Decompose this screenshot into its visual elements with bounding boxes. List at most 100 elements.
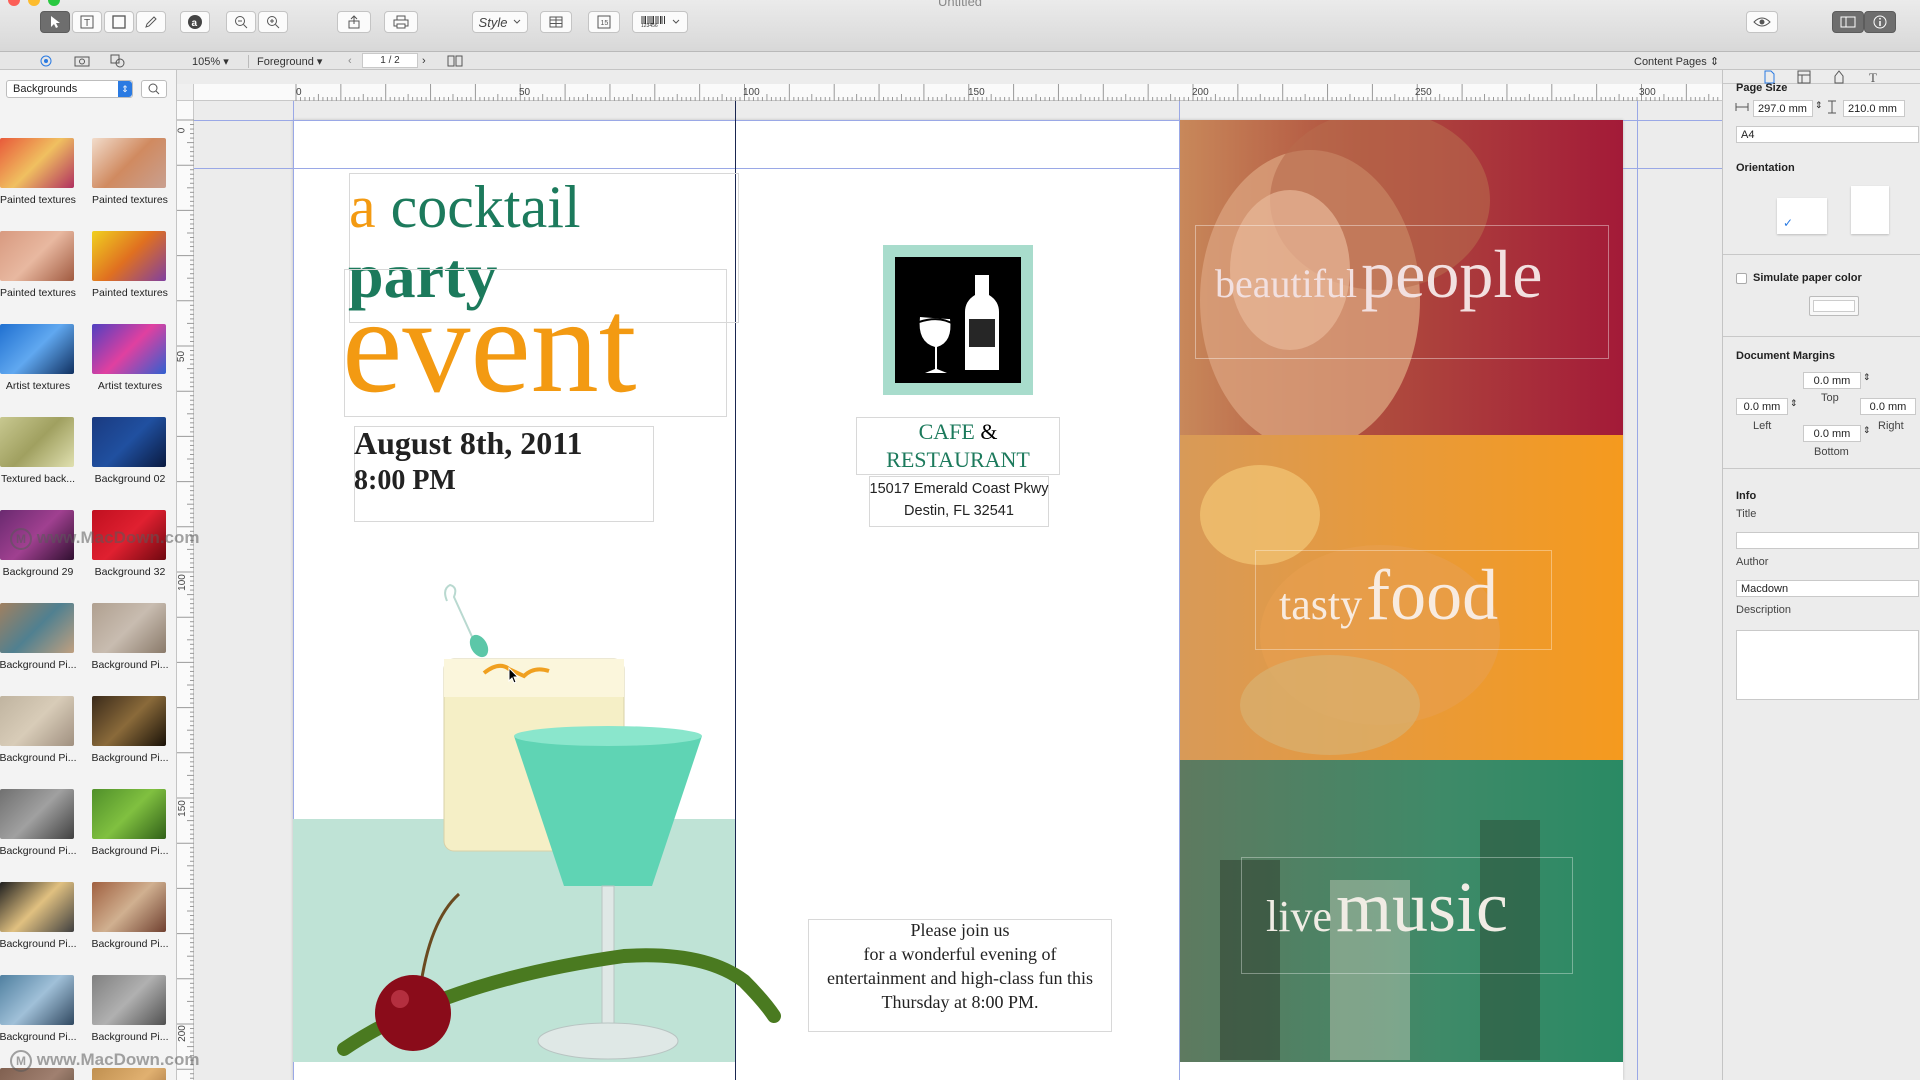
layer-select[interactable]: Foreground ▾ [248, 55, 322, 68]
document-canvas[interactable]: a cocktail party event August 8th, 2011 … [194, 101, 1722, 1080]
fill-icon[interactable] [1832, 70, 1846, 84]
description-field[interactable] [1736, 630, 1919, 700]
left-label: Left [1753, 420, 1772, 432]
texture-thumbnail[interactable] [0, 975, 74, 1025]
ruler-label: 300 [1639, 87, 1656, 98]
paper-size-select[interactable]: A4 [1736, 126, 1919, 143]
texture-label: Painted textures [92, 194, 168, 206]
margin-bottom-field[interactable]: 0.0 mm [1803, 425, 1861, 442]
pen-tool-button[interactable] [136, 11, 166, 33]
shapes-icon[interactable] [110, 54, 126, 68]
print-button[interactable] [384, 11, 418, 33]
texture-thumbnail[interactable] [92, 882, 166, 932]
invitation-text: Please join us for a wonderful evening o… [808, 918, 1112, 1014]
zoom-level-select[interactable]: 105% ▾ [192, 55, 229, 68]
library-icon[interactable] [38, 54, 54, 68]
shape-tool-button[interactable] [104, 11, 134, 33]
page-width-field[interactable]: 297.0 mm [1753, 100, 1813, 117]
divider [1723, 336, 1920, 337]
texture-thumbnail[interactable] [92, 417, 166, 467]
library-search-button[interactable] [141, 80, 167, 98]
toolbar: Untitled T a Style 15 123456 [0, 0, 1920, 52]
margin-top-field[interactable]: 0.0 mm [1803, 372, 1861, 389]
texture-thumbnail[interactable] [92, 975, 166, 1025]
zoom-in-button[interactable] [258, 11, 288, 33]
texture-thumbnail[interactable] [92, 138, 166, 188]
page-height-field[interactable]: 210.0 mm [1843, 100, 1905, 117]
table-button[interactable] [540, 11, 572, 33]
text-tool-button[interactable]: T [72, 11, 102, 33]
page-number-icon: 15 [597, 15, 611, 29]
texture-thumbnail[interactable] [92, 696, 166, 746]
texture-thumbnail[interactable] [92, 324, 166, 374]
category-select[interactable]: Backgrounds ⇕ [6, 80, 133, 98]
category-value: Backgrounds [13, 83, 78, 95]
font-button[interactable]: a [180, 11, 210, 33]
music-big: music [1335, 867, 1508, 947]
margin-right-field[interactable]: 0.0 mm [1860, 398, 1916, 415]
texture-thumbnail[interactable] [0, 882, 74, 932]
preview-button[interactable] [1746, 11, 1778, 33]
select-tool-button[interactable] [40, 11, 70, 33]
margin-left-field[interactable]: 0.0 mm [1736, 398, 1788, 415]
title-field[interactable] [1736, 532, 1919, 549]
headline-line-1[interactable]: a cocktail [349, 172, 581, 242]
texture-thumbnail[interactable] [92, 603, 166, 653]
texture-label: Background Pi... [91, 938, 169, 950]
author-field[interactable]: Macdown [1736, 580, 1919, 597]
zoom-in-icon [267, 16, 280, 29]
toggle-sidebar-button[interactable] [1832, 11, 1864, 33]
invitation-line-1: Please join us [910, 920, 1010, 940]
portrait-orientation-button[interactable] [1851, 186, 1889, 234]
width-icon [1735, 103, 1749, 111]
layout-icon[interactable] [1797, 70, 1811, 84]
share-button[interactable] [337, 11, 371, 33]
texture-thumbnail[interactable] [0, 231, 74, 281]
next-page-button[interactable]: › [422, 55, 426, 67]
stepper[interactable]: ⇕ [1863, 372, 1871, 383]
wine-logo[interactable] [895, 257, 1021, 383]
headline-event[interactable]: event [342, 276, 637, 416]
page-layout-icon[interactable] [447, 55, 463, 67]
content-pages-label: Content Pages [1634, 56, 1707, 68]
camera-icon[interactable] [74, 54, 90, 68]
table-icon [549, 16, 563, 28]
texture-thumbnail[interactable] [92, 789, 166, 839]
style-menu[interactable]: Style [472, 11, 528, 33]
text-style-icon[interactable]: T [1867, 70, 1881, 84]
texture-label: Painted textures [0, 194, 76, 206]
stepper[interactable]: ⇕ [1815, 100, 1823, 111]
texture-label: Background Pi... [91, 1031, 169, 1043]
texture-thumbnail[interactable] [0, 417, 74, 467]
chevron-down-icon [672, 19, 680, 24]
horizontal-ruler-ticks [295, 84, 1719, 101]
texture-label: Background Pi... [0, 845, 77, 857]
simulate-paper-checkbox[interactable] [1736, 273, 1747, 284]
content-pages-select[interactable]: Content Pages ⇕ [1634, 55, 1719, 68]
info-button[interactable] [1864, 11, 1896, 33]
texture-thumbnail[interactable] [0, 789, 74, 839]
texture-label: Background 02 [94, 473, 166, 485]
invitation-line-4: Thursday at 8:00 PM. [881, 992, 1039, 1012]
barcode-menu[interactable]: 123456 [632, 11, 688, 33]
texture-thumbnail[interactable] [92, 231, 166, 281]
texture-label: Artist textures [5, 380, 71, 392]
texture-thumbnail[interactable] [0, 324, 74, 374]
cocktail-illustration[interactable] [324, 501, 824, 1061]
stepper[interactable]: ⇕ [1863, 425, 1871, 436]
page-number-button[interactable]: 15 [588, 11, 620, 33]
guide-line[interactable] [1637, 101, 1638, 1080]
landscape-orientation-button[interactable]: ✓ [1777, 198, 1827, 234]
previous-page-button[interactable]: ‹ [348, 55, 352, 67]
texture-thumbnail[interactable] [0, 603, 74, 653]
people-big: people [1361, 236, 1543, 312]
zoom-out-button[interactable] [226, 11, 256, 33]
paper-color-well[interactable] [1809, 296, 1859, 316]
texture-thumbnail[interactable] [0, 696, 74, 746]
page-indicator[interactable]: 1 / 2 [362, 53, 418, 68]
ruler-label: 0 [176, 127, 188, 134]
ruler-label: 200 [1192, 87, 1209, 98]
stepper[interactable]: ⇕ [1790, 398, 1798, 409]
texture-thumbnail[interactable] [0, 138, 74, 188]
ruler-corner[interactable] [177, 84, 194, 101]
